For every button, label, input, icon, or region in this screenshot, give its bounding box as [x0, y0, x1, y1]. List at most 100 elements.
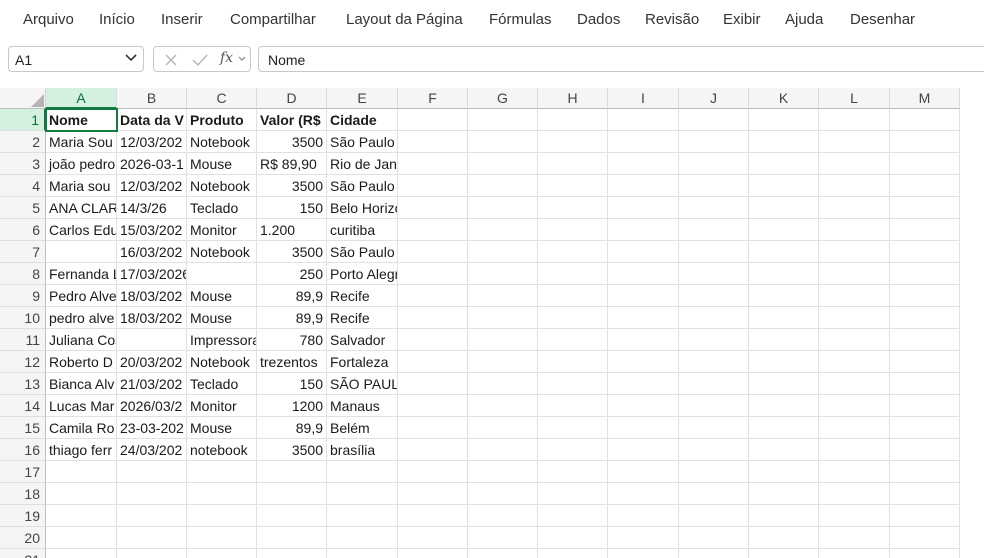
- cell-l12[interactable]: [819, 351, 890, 373]
- cell-d17[interactable]: [257, 461, 327, 483]
- cell-h6[interactable]: [538, 219, 608, 241]
- cell-f1[interactable]: [398, 109, 468, 131]
- cell-j4[interactable]: [679, 175, 749, 197]
- cell-i7[interactable]: [608, 241, 679, 263]
- check-icon[interactable]: [191, 52, 209, 68]
- cell-i5[interactable]: [608, 197, 679, 219]
- cell-c13[interactable]: Teclado: [187, 373, 257, 395]
- cell-k20[interactable]: [749, 527, 819, 549]
- cell-f7[interactable]: [398, 241, 468, 263]
- cell-l5[interactable]: [819, 197, 890, 219]
- cell-h20[interactable]: [538, 527, 608, 549]
- cell-d5[interactable]: 150: [257, 197, 327, 219]
- cell-j18[interactable]: [679, 483, 749, 505]
- cell-f13[interactable]: [398, 373, 468, 395]
- cell-h17[interactable]: [538, 461, 608, 483]
- cell-k6[interactable]: [749, 219, 819, 241]
- menu-exibir[interactable]: Exibir: [723, 11, 761, 28]
- cell-l20[interactable]: [819, 527, 890, 549]
- cell-b20[interactable]: [117, 527, 187, 549]
- cell-g5[interactable]: [468, 197, 538, 219]
- cell-b17[interactable]: [117, 461, 187, 483]
- cell-d7[interactable]: 3500: [257, 241, 327, 263]
- column-header-i[interactable]: I: [608, 88, 679, 109]
- cell-f6[interactable]: [398, 219, 468, 241]
- cell-j10[interactable]: [679, 307, 749, 329]
- cell-m12[interactable]: [890, 351, 960, 373]
- cell-j8[interactable]: [679, 263, 749, 285]
- cell-f17[interactable]: [398, 461, 468, 483]
- cell-k21[interactable]: [749, 549, 819, 558]
- cell-c19[interactable]: [187, 505, 257, 527]
- cell-c18[interactable]: [187, 483, 257, 505]
- row-header-10[interactable]: 10: [0, 307, 46, 329]
- cell-g16[interactable]: [468, 439, 538, 461]
- cell-a15[interactable]: Camila Ro: [46, 417, 117, 439]
- cell-i13[interactable]: [608, 373, 679, 395]
- cell-g18[interactable]: [468, 483, 538, 505]
- cell-l1[interactable]: [819, 109, 890, 131]
- cell-i3[interactable]: [608, 153, 679, 175]
- cell-m8[interactable]: [890, 263, 960, 285]
- cell-h15[interactable]: [538, 417, 608, 439]
- cell-g4[interactable]: [468, 175, 538, 197]
- cell-j17[interactable]: [679, 461, 749, 483]
- cell-k1[interactable]: [749, 109, 819, 131]
- cell-m7[interactable]: [890, 241, 960, 263]
- cell-f8[interactable]: [398, 263, 468, 285]
- column-header-m[interactable]: M: [890, 88, 960, 109]
- row-header-16[interactable]: 16: [0, 439, 46, 461]
- cell-g19[interactable]: [468, 505, 538, 527]
- cell-i16[interactable]: [608, 439, 679, 461]
- cell-a1[interactable]: Nome: [45, 108, 118, 132]
- cell-c1[interactable]: Produto: [187, 109, 257, 131]
- cell-h12[interactable]: [538, 351, 608, 373]
- cell-c10[interactable]: Mouse: [187, 307, 257, 329]
- cell-e14[interactable]: Manaus: [327, 395, 398, 417]
- cell-j14[interactable]: [679, 395, 749, 417]
- cell-e4[interactable]: São Paulo: [327, 175, 398, 197]
- cell-e5[interactable]: Belo Horizonte: [327, 197, 398, 219]
- cell-e11[interactable]: Salvador: [327, 329, 398, 351]
- cell-j21[interactable]: [679, 549, 749, 558]
- cell-h4[interactable]: [538, 175, 608, 197]
- cell-k19[interactable]: [749, 505, 819, 527]
- cell-l10[interactable]: [819, 307, 890, 329]
- cell-j1[interactable]: [679, 109, 749, 131]
- row-header-21[interactable]: 21: [0, 549, 46, 558]
- row-header-19[interactable]: 19: [0, 505, 46, 527]
- cell-a20[interactable]: [46, 527, 117, 549]
- cell-h10[interactable]: [538, 307, 608, 329]
- cell-a6[interactable]: Carlos Edu: [46, 219, 117, 241]
- cell-m19[interactable]: [890, 505, 960, 527]
- cell-k11[interactable]: [749, 329, 819, 351]
- menu-formulas[interactable]: Fórmulas: [489, 11, 552, 28]
- cell-a16[interactable]: thiago ferr: [46, 439, 117, 461]
- cell-g15[interactable]: [468, 417, 538, 439]
- cell-f21[interactable]: [398, 549, 468, 558]
- cell-m13[interactable]: [890, 373, 960, 395]
- cell-i17[interactable]: [608, 461, 679, 483]
- cell-c17[interactable]: [187, 461, 257, 483]
- cell-m4[interactable]: [890, 175, 960, 197]
- cell-i21[interactable]: [608, 549, 679, 558]
- row-header-12[interactable]: 12: [0, 351, 46, 373]
- row-header-4[interactable]: 4: [0, 175, 46, 197]
- cell-e8[interactable]: Porto Alegre: [327, 263, 398, 285]
- cell-a19[interactable]: [46, 505, 117, 527]
- cell-j3[interactable]: [679, 153, 749, 175]
- cell-e7[interactable]: São Paulo: [327, 241, 398, 263]
- cell-j12[interactable]: [679, 351, 749, 373]
- cell-i2[interactable]: [608, 131, 679, 153]
- cell-f9[interactable]: [398, 285, 468, 307]
- cell-a9[interactable]: Pedro Alve: [46, 285, 117, 307]
- cell-m2[interactable]: [890, 131, 960, 153]
- cell-g13[interactable]: [468, 373, 538, 395]
- cell-i12[interactable]: [608, 351, 679, 373]
- cell-l21[interactable]: [819, 549, 890, 558]
- cell-l9[interactable]: [819, 285, 890, 307]
- cell-b15[interactable]: 23-03-202: [117, 417, 187, 439]
- cell-j16[interactable]: [679, 439, 749, 461]
- cell-h2[interactable]: [538, 131, 608, 153]
- cell-f3[interactable]: [398, 153, 468, 175]
